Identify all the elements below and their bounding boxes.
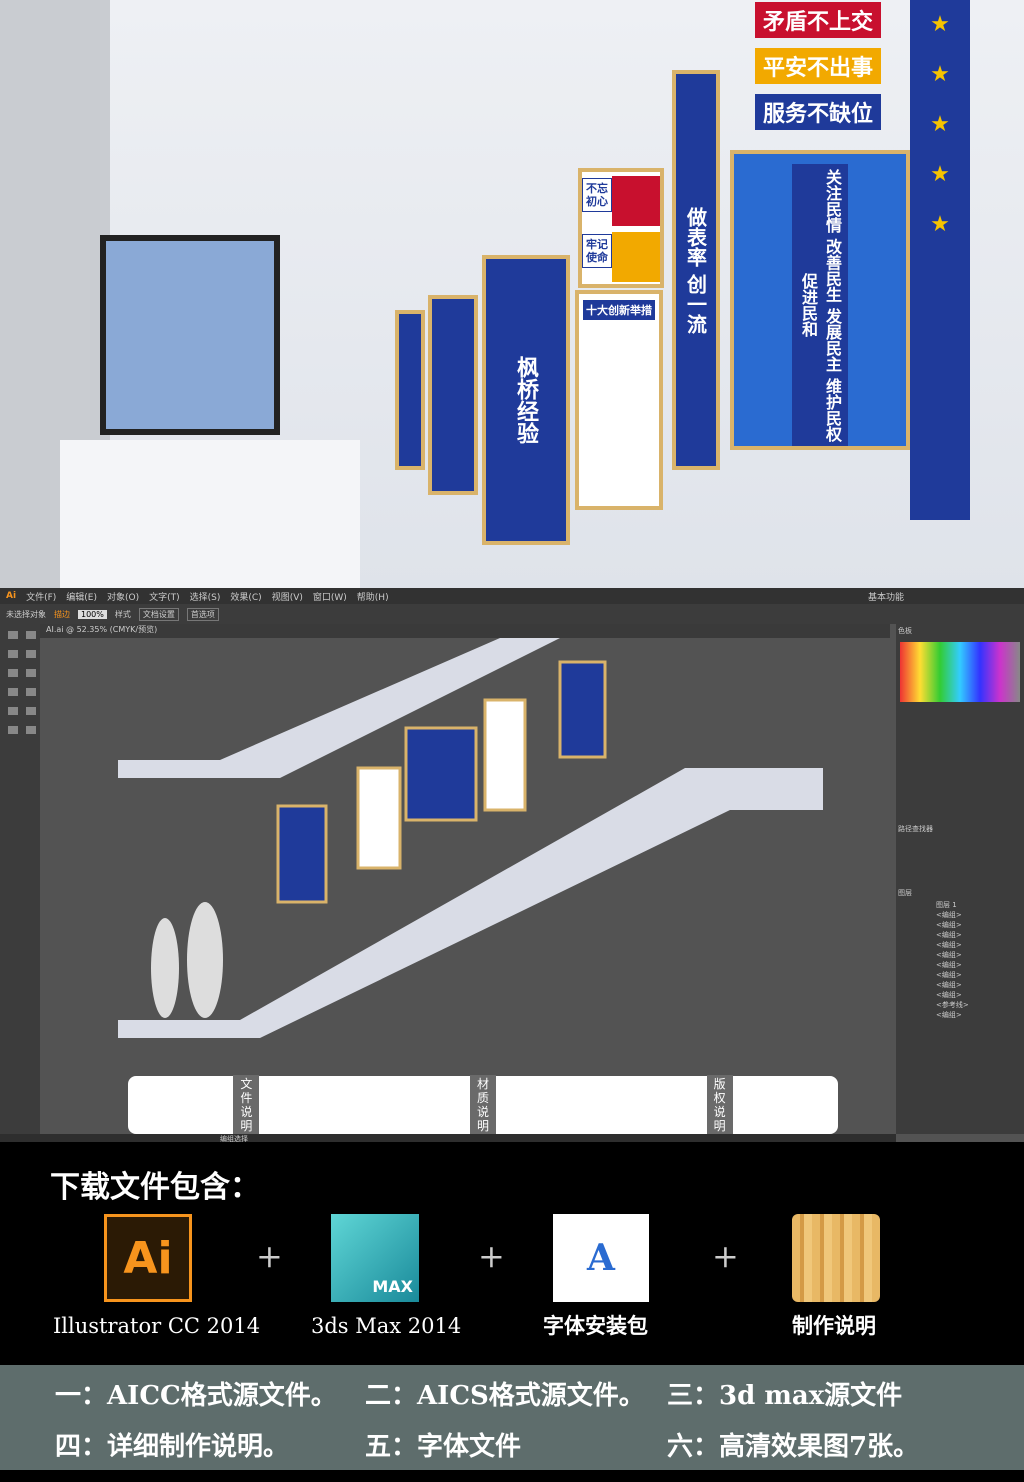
- content-item-1: 一：AICC格式源文件。: [55, 1381, 337, 1411]
- sign-thumb: [558, 660, 607, 759]
- plus-sign: +: [712, 1237, 739, 1275]
- style-label[interactable]: 样式: [115, 609, 131, 620]
- content-item-5: 五：字体文件: [365, 1432, 522, 1462]
- main-sign-thumb: [404, 726, 478, 822]
- menu-select[interactable]: 选择(S): [190, 590, 221, 603]
- star-column: ★ ★ ★ ★ ★: [910, 0, 970, 520]
- illustrator-window: Ai 文件(F) 编辑(E) 对象(O) 文字(T) 选择(S) 效果(C) 视…: [0, 588, 1024, 1143]
- illustrator-icon: Ai: [104, 1214, 192, 1302]
- pathfinder-tab[interactable]: 路径查找器: [896, 822, 1024, 836]
- swatches-tab[interactable]: 色板: [896, 624, 1024, 638]
- workspace-switcher[interactable]: 基本功能: [868, 590, 904, 603]
- download-section: 下载文件包含： Ai + MAX + A + Illustrator CC 20…: [0, 1142, 1024, 1365]
- layers-list[interactable]: 图层 1 <编组> <编组> <编组> <编组> <编组> <编组> <编组> …: [896, 900, 1024, 1020]
- layer-row[interactable]: <编组>: [936, 990, 1024, 1000]
- small-sign-label-2: 牢记使命: [582, 234, 612, 268]
- 3dsmax-icon: MAX: [331, 1214, 419, 1302]
- right-panel: 关注民情 改善民生 发展民主 维护民权 促进民和: [730, 150, 910, 450]
- 3d-render: 枫桥经验 不忘初心 牢记使命 十大创新举措 做表率 创一流 关注民情 改善民生 …: [0, 0, 1024, 588]
- small-sign-label-1: 不忘初心: [582, 178, 612, 212]
- layer-row[interactable]: <编组>: [936, 1010, 1024, 1020]
- wood-texture-icon: [792, 1214, 880, 1302]
- swatch-grid[interactable]: [900, 642, 1020, 702]
- slogan-3: 服务不缺位: [755, 94, 882, 130]
- layer-row[interactable]: <编组>: [936, 930, 1024, 940]
- font-package-label: 字体安装包: [543, 1313, 648, 1338]
- right-panels: 色板 路径查找器 图层 图层 1 <编组> <编组> <编组> <编组> <编组…: [896, 624, 1024, 1134]
- layers-tab[interactable]: 图层: [896, 886, 1024, 900]
- ai-logo: Ai: [6, 591, 17, 601]
- right-columns: 关注民情 改善民生 发展民主 维护民权 促进民和: [792, 164, 848, 446]
- sign-thumb: [356, 766, 402, 870]
- layer-row[interactable]: <编组>: [936, 950, 1024, 960]
- instructions-label: 制作说明: [792, 1313, 876, 1338]
- menu-view[interactable]: 视图(V): [272, 590, 303, 603]
- 3dsmax-label: 3ds Max 2014: [311, 1314, 462, 1338]
- layer-row[interactable]: <编组>: [936, 920, 1024, 930]
- contents-band: 一：AICC格式源文件。 二：AICS格式源文件。 三：3d max源文件 四：…: [0, 1365, 1024, 1470]
- sign-thumb: [276, 804, 328, 904]
- floor: [60, 440, 360, 588]
- menu-file[interactable]: 文件(F): [26, 590, 56, 603]
- artboard-canvas[interactable]: [40, 638, 890, 1078]
- illustrator-label: Illustrator CC 2014: [53, 1314, 261, 1338]
- layer-row[interactable]: <编组>: [936, 970, 1024, 980]
- sign-thumb: [483, 698, 527, 812]
- small-sign-title: 十大创新举措: [583, 300, 655, 320]
- layer-row[interactable]: <参考线>: [936, 1000, 1024, 1010]
- selection-status: 未选择对象: [6, 609, 46, 619]
- info-copyright: 版权说明: [706, 1075, 733, 1135]
- person-silhouette: [151, 918, 179, 1018]
- content-item-2: 二：AICS格式源文件。: [365, 1381, 645, 1411]
- info-material: 材质说明: [469, 1075, 496, 1135]
- control-bar: 未选择对象 描边 100% 样式 文档设置 首选项: [0, 604, 1024, 624]
- layer-row[interactable]: <编组>: [936, 910, 1024, 920]
- menu-type[interactable]: 文字(T): [149, 590, 180, 603]
- small-sign-top: 不忘初心 牢记使命: [578, 168, 664, 288]
- stroke-label[interactable]: 描边: [54, 609, 70, 620]
- layer-row[interactable]: 图层 1: [936, 900, 1024, 910]
- layer-row[interactable]: <编组>: [936, 960, 1024, 970]
- preferences-button[interactable]: 首选项: [186, 607, 219, 621]
- window: [100, 235, 280, 435]
- yellow-block: [612, 232, 660, 282]
- layer-row[interactable]: <编组>: [936, 940, 1024, 950]
- sign-2: [428, 295, 478, 495]
- info-strip: 文件说明 材质说明 版权说明: [128, 1075, 838, 1135]
- font-file-icon: A: [553, 1214, 649, 1302]
- info-file: 文件说明: [233, 1075, 260, 1135]
- plus-sign: +: [256, 1237, 283, 1275]
- red-block: [612, 176, 660, 226]
- main-sign: 枫桥经验: [482, 255, 570, 545]
- document-tab[interactable]: AI.ai @ 52.35% (CMYK/预览): [40, 624, 890, 638]
- content-item-3: 三：3d max源文件: [667, 1381, 903, 1411]
- menu-bar: Ai 文件(F) 编辑(E) 对象(O) 文字(T) 选择(S) 效果(C) 视…: [0, 588, 1024, 604]
- person-silhouette: [187, 902, 223, 1018]
- menu-effect[interactable]: 效果(C): [230, 590, 261, 603]
- menu-edit[interactable]: 编辑(E): [66, 590, 97, 603]
- download-title: 下载文件包含：: [50, 1170, 260, 1205]
- document-setup-button[interactable]: 文档设置: [138, 607, 179, 621]
- opacity-field[interactable]: 100%: [78, 609, 107, 619]
- vertical-panel: 做表率 创一流: [672, 70, 720, 470]
- menu-object[interactable]: 对象(O): [107, 590, 139, 603]
- plus-sign: +: [478, 1237, 505, 1275]
- small-sign: 十大创新举措: [575, 290, 663, 510]
- menu-window[interactable]: 窗口(W): [313, 590, 347, 603]
- tools-panel[interactable]: [0, 624, 40, 1134]
- menu-help[interactable]: 帮助(H): [357, 590, 389, 603]
- status-bar: 编组选择: [0, 1134, 896, 1143]
- layer-row[interactable]: <编组>: [936, 980, 1024, 990]
- content-item-6: 六：高清效果图7张。: [667, 1432, 920, 1462]
- slogan-1: 矛盾不上交: [755, 2, 882, 38]
- slogan-2: 平安不出事: [755, 48, 882, 84]
- sign-1: [395, 310, 425, 470]
- content-item-4: 四：详细制作说明。: [55, 1432, 290, 1462]
